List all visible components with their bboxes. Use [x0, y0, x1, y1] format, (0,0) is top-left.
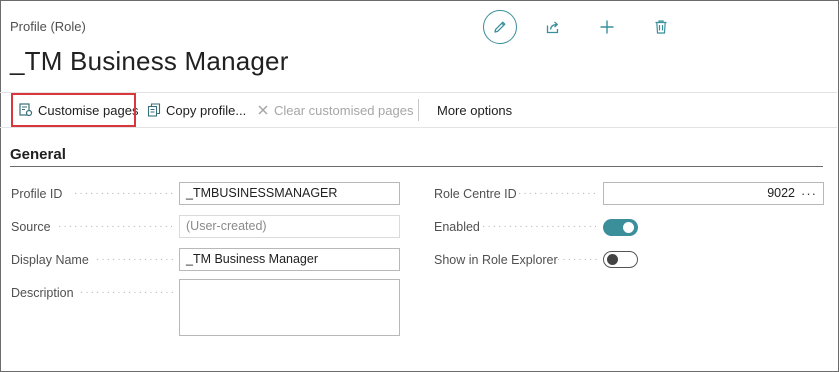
profile-id-field[interactable]: _TMBUSINESSMANAGER: [179, 182, 400, 205]
plus-icon[interactable]: [590, 10, 624, 44]
highlight-box: [11, 93, 136, 127]
pencil-icon[interactable]: [483, 10, 517, 44]
leader-dots: ··········: [557, 254, 598, 265]
copy-profile-label: Copy profile...: [166, 102, 247, 118]
copy-icon: [147, 103, 161, 117]
lookup-ellipsis-icon[interactable]: ···: [801, 183, 817, 204]
section-title-general: General: [10, 146, 66, 163]
leader-dots: ····················: [518, 188, 598, 199]
display-name-field[interactable]: _TM Business Manager: [179, 248, 400, 271]
share-icon[interactable]: [536, 10, 570, 44]
role-centre-id-field[interactable]: 9022 ···: [603, 182, 824, 205]
show-in-role-explorer-label: Show in Role Explorer: [434, 253, 558, 267]
leader-dots: ··························: [74, 188, 174, 199]
page-title: _TM Business Manager: [10, 46, 289, 76]
more-options-label: More options: [437, 102, 513, 118]
role-centre-id-value: 9022: [767, 186, 795, 200]
enabled-label: Enabled: [434, 220, 480, 234]
leader-dots: ······························: [58, 221, 174, 232]
enabled-toggle[interactable]: [603, 219, 638, 236]
section-divider: [10, 166, 823, 167]
clear-customised-pages-button[interactable]: Clear customised pages: [257, 93, 413, 127]
display-name-label: Display Name: [11, 253, 89, 267]
copy-profile-button[interactable]: Copy profile...: [147, 93, 246, 127]
more-options-button[interactable]: More options: [437, 93, 512, 127]
page-caption: Profile (Role): [10, 19, 86, 34]
description-label: Description: [11, 286, 74, 300]
source-field: (User-created): [179, 215, 400, 238]
role-centre-id-label: Role Centre ID: [434, 187, 517, 201]
leader-dots: ························: [80, 287, 174, 298]
description-field[interactable]: [179, 279, 400, 336]
leader-dots: ····················: [96, 254, 174, 265]
leader-dots: ······························: [482, 221, 598, 232]
profile-id-label: Profile ID: [11, 187, 63, 201]
close-icon: [257, 104, 269, 116]
trash-icon[interactable]: [644, 10, 678, 44]
show-in-role-explorer-toggle[interactable]: [603, 251, 638, 268]
action-divider: [418, 99, 419, 121]
clear-customised-pages-label: Clear customised pages: [274, 102, 414, 118]
toggle-knob: [607, 253, 618, 265]
toggle-knob: [623, 222, 634, 233]
source-label: Source: [11, 220, 51, 234]
